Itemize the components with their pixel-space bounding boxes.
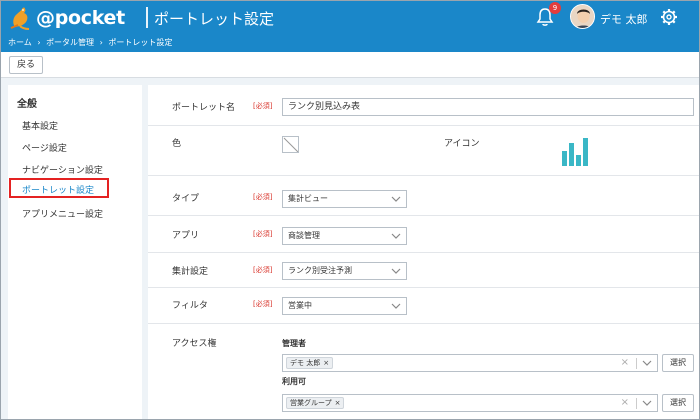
app-header: @pocket ポートレット設定 9 デモ 太郎: [0, 0, 700, 36]
user-chip: 営業グループ ×: [286, 397, 345, 409]
breadcrumb: ホーム › ポータル管理 › ポートレット設定: [0, 36, 700, 52]
aggregation-select[interactable]: ランク別受注予測: [282, 262, 407, 280]
title-divider: [146, 7, 148, 28]
breadcrumb-current: ポートレット設定: [108, 38, 173, 47]
breadcrumb-separator: ›: [37, 38, 41, 47]
divider: [148, 252, 700, 253]
app-select[interactable]: 商談管理: [282, 227, 407, 245]
required-mark: [必須]: [253, 266, 273, 274]
clear-icon[interactable]: ×: [621, 357, 629, 368]
divider: [148, 215, 700, 216]
color-picker[interactable]: [282, 136, 299, 153]
breadcrumb-separator: ›: [99, 38, 103, 47]
app-label: アプリ: [172, 231, 200, 241]
chip-remove-icon[interactable]: ×: [335, 399, 341, 407]
clear-icon[interactable]: ×: [621, 397, 629, 408]
page-title: ポートレット設定: [154, 10, 275, 28]
back-button[interactable]: 戻る: [9, 56, 43, 74]
sidebar-item-label: ポートレット設定: [22, 186, 95, 196]
chevron-down-icon[interactable]: [642, 399, 652, 407]
aggregation-label: 集計設定: [172, 267, 209, 277]
admin-chip: デモ 太郎 ×: [286, 357, 334, 369]
avatar[interactable]: [570, 4, 595, 29]
chevron-down-icon[interactable]: [642, 359, 652, 367]
bar-chart-icon[interactable]: [559, 135, 591, 167]
required-mark: [必須]: [253, 193, 273, 201]
user-photo-icon: [571, 5, 594, 28]
color-label: 色: [172, 139, 182, 149]
separator: [636, 398, 637, 409]
admin-label: 管理者: [282, 339, 306, 348]
sidebar-item-navigation[interactable]: ナビゲーション設定: [22, 163, 103, 176]
portlet-settings-form: ポートレット名 [必須] ランク別見込み表 色 アイコン タイプ [必須] 集計…: [148, 85, 700, 420]
admin-multiselect[interactable]: デモ 太郎 × ×: [282, 354, 658, 372]
sidebar-item-basic[interactable]: 基本設定: [22, 119, 58, 132]
settings-sidebar: 全般 基本設定 ページ設定 ナビゲーション設定 ポートレット設定 アプリメニュー…: [8, 85, 142, 420]
user-name[interactable]: デモ 太郎: [600, 11, 648, 27]
required-mark: [必須]: [253, 102, 273, 110]
access-label: アクセス権: [172, 339, 217, 349]
aggregation-value: ランク別受注予測: [288, 266, 352, 275]
divider: [148, 323, 700, 324]
type-label: タイプ: [172, 194, 200, 204]
chevron-down-icon: [391, 233, 401, 239]
type-select[interactable]: 集計ビュー: [282, 190, 407, 208]
required-mark: [必須]: [253, 230, 273, 238]
filter-label: フィルタ: [172, 301, 208, 311]
no-color-icon: [283, 137, 298, 152]
filter-value: 営業中: [288, 301, 312, 310]
admin-select-button[interactable]: 選択: [662, 354, 694, 372]
divider: [148, 175, 700, 176]
chip-remove-icon[interactable]: ×: [323, 359, 329, 367]
toolbar: 戻る: [0, 52, 700, 78]
app-value: 商談管理: [288, 231, 320, 240]
sidebar-item-app-menu[interactable]: アプリメニュー設定: [22, 207, 103, 220]
notification-badge: 9: [549, 2, 561, 14]
gear-icon[interactable]: [660, 8, 678, 26]
user-select-button[interactable]: 選択: [662, 394, 694, 412]
chip-label: デモ 太郎: [290, 359, 321, 367]
portlet-name-label: ポートレット名: [172, 103, 236, 113]
separator: [636, 358, 637, 369]
type-value: 集計ビュー: [288, 194, 328, 203]
logo-text: @pocket: [36, 7, 125, 29]
chevron-down-icon: [391, 268, 401, 274]
user-multiselect[interactable]: 営業グループ × ×: [282, 394, 658, 412]
sidebar-item-page[interactable]: ページ設定: [22, 141, 67, 154]
breadcrumb-home[interactable]: ホーム: [8, 38, 32, 47]
user-label: 利用可: [282, 377, 306, 386]
breadcrumb-portal-admin[interactable]: ポータル管理: [46, 38, 94, 47]
portlet-name-input[interactable]: ランク別見込み表: [282, 98, 694, 116]
divider: [148, 125, 700, 126]
icon-label: アイコン: [444, 139, 480, 149]
sidebar-heading: 全般: [17, 99, 37, 110]
chevron-down-icon: [391, 196, 401, 202]
kangaroo-logo-icon: [10, 7, 30, 30]
filter-select[interactable]: 営業中: [282, 297, 407, 315]
chip-label: 営業グループ: [290, 399, 332, 407]
sidebar-item-portlet[interactable]: ポートレット設定: [9, 178, 109, 198]
divider: [148, 287, 700, 288]
required-mark: [必須]: [253, 300, 273, 308]
app-logo[interactable]: @pocket: [8, 5, 125, 31]
chevron-down-icon: [391, 303, 401, 309]
